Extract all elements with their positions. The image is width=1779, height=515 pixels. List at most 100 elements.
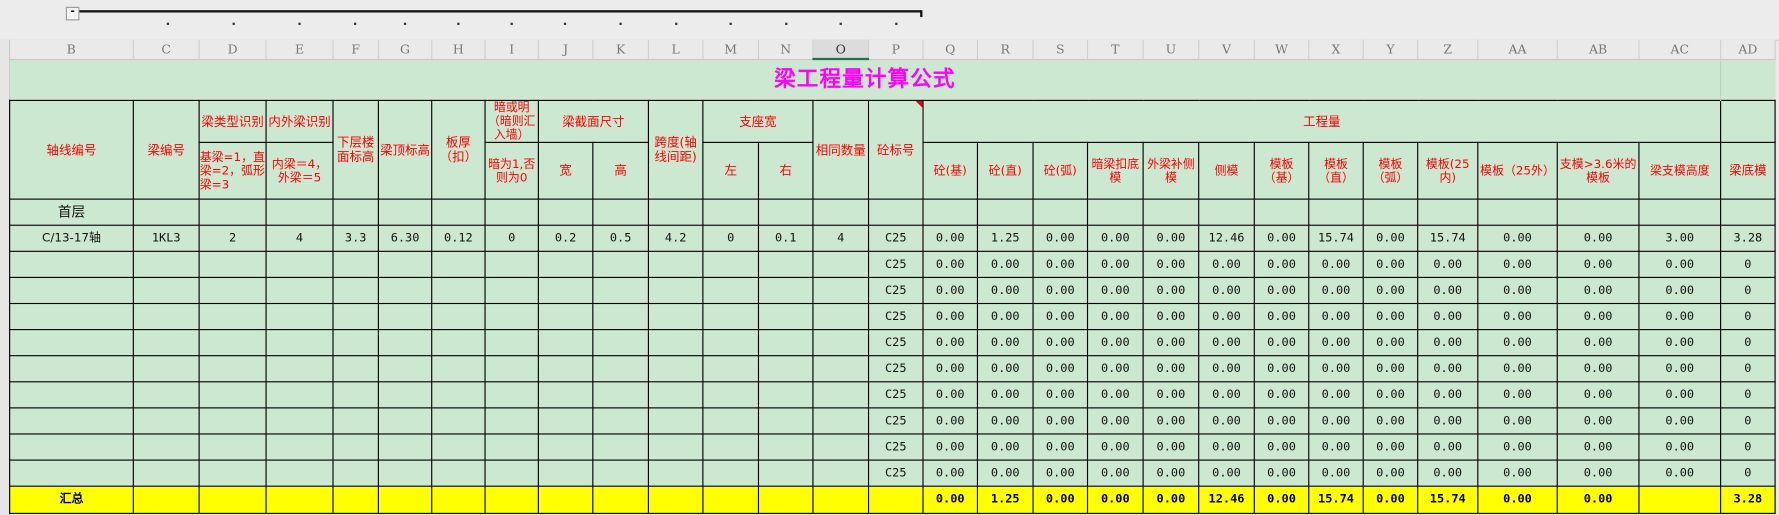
outline-dot[interactable] bbox=[403, 22, 407, 25]
column-header-X[interactable]: X bbox=[1308, 39, 1364, 60]
cell-D[interactable] bbox=[198, 276, 267, 305]
cell-H[interactable] bbox=[431, 459, 486, 487]
header-grade[interactable]: 砼标号 bbox=[867, 99, 924, 200]
column-header-AC[interactable]: AC bbox=[1638, 39, 1722, 60]
cell-E[interactable] bbox=[265, 433, 334, 461]
cell[interactable] bbox=[1086, 198, 1144, 226]
cell-B[interactable] bbox=[9, 276, 134, 305]
cell-V[interactable]: 12.46 bbox=[1198, 224, 1255, 252]
cell-I[interactable] bbox=[484, 250, 539, 278]
cell-V[interactable]: 0.00 bbox=[1198, 329, 1255, 357]
cell-S[interactable]: 0.00 bbox=[1032, 250, 1089, 278]
cell-F[interactable] bbox=[332, 250, 379, 278]
cell[interactable] bbox=[431, 198, 486, 226]
column-header-S[interactable]: S bbox=[1033, 39, 1089, 60]
cell[interactable] bbox=[377, 198, 433, 226]
header-same-qty[interactable]: 相同数量 bbox=[812, 99, 870, 200]
cell-J[interactable] bbox=[537, 329, 594, 357]
cell-AD[interactable]: 0 bbox=[1720, 433, 1776, 461]
header-hidden-note[interactable]: 暗为1,否则为0 bbox=[484, 141, 539, 200]
outline-dot[interactable] bbox=[729, 22, 732, 25]
summary-V[interactable]: 12.46 bbox=[1198, 485, 1255, 514]
cell[interactable] bbox=[332, 198, 379, 226]
cell-D[interactable] bbox=[198, 250, 267, 278]
column-header-Q[interactable]: Q bbox=[922, 39, 979, 60]
cell-F[interactable] bbox=[332, 381, 379, 409]
cell-W[interactable]: 0.00 bbox=[1253, 355, 1310, 383]
cell-D[interactable] bbox=[198, 355, 267, 383]
header-q-5[interactable]: 侧模 bbox=[1198, 141, 1255, 200]
cell-J[interactable] bbox=[537, 302, 594, 331]
cell-G[interactable] bbox=[377, 433, 433, 461]
cell-F[interactable]: 3.3 bbox=[332, 224, 379, 252]
summary-P[interactable] bbox=[867, 485, 924, 514]
header-beam-no[interactable]: 梁编号 bbox=[132, 99, 200, 200]
cell-AB[interactable]: 0.00 bbox=[1556, 224, 1640, 252]
cell-K[interactable] bbox=[592, 381, 649, 409]
header-q-10[interactable]: 模板（25外） bbox=[1477, 141, 1558, 200]
cell-I[interactable] bbox=[484, 459, 539, 487]
cell-Q[interactable]: 0.00 bbox=[922, 276, 979, 305]
cell-F[interactable] bbox=[332, 459, 379, 487]
cell-P[interactable]: C25 bbox=[867, 355, 924, 383]
cell-O[interactable] bbox=[812, 381, 870, 409]
cell-T[interactable]: 0.00 bbox=[1086, 276, 1144, 305]
header-q-4[interactable]: 外梁补侧模 bbox=[1142, 141, 1200, 200]
summary-L[interactable] bbox=[647, 485, 704, 514]
column-header-D[interactable]: D bbox=[199, 39, 267, 60]
header-beam-type[interactable]: 梁类型识别 bbox=[198, 99, 267, 143]
cell-Z[interactable]: 0.00 bbox=[1417, 250, 1479, 278]
cell-Y[interactable]: 0.00 bbox=[1362, 355, 1419, 383]
cell-R[interactable]: 1.25 bbox=[976, 224, 1034, 252]
header-right[interactable]: 右 bbox=[757, 141, 814, 200]
summary-AC[interactable] bbox=[1638, 485, 1722, 514]
cell-L[interactable]: 4.2 bbox=[647, 224, 704, 252]
cell-AD[interactable]: 0 bbox=[1720, 329, 1776, 357]
cell-AD[interactable]: 0 bbox=[1720, 276, 1776, 305]
cell-X[interactable]: 0.00 bbox=[1308, 250, 1364, 278]
summary-K[interactable] bbox=[592, 485, 649, 514]
cell-AD[interactable]: 0 bbox=[1720, 302, 1776, 331]
cell-U[interactable]: 0.00 bbox=[1142, 433, 1200, 461]
cell-C[interactable] bbox=[132, 459, 200, 487]
cell-AA[interactable]: 0.00 bbox=[1477, 302, 1558, 331]
cell-L[interactable] bbox=[647, 381, 704, 409]
cell-W[interactable]: 0.00 bbox=[1253, 276, 1310, 305]
cell-S[interactable]: 0.00 bbox=[1032, 433, 1089, 461]
cell-Z[interactable]: 0.00 bbox=[1417, 302, 1479, 331]
header-beam-type-note[interactable]: 基梁=1，直梁=2，弧形梁=3 bbox=[198, 141, 267, 200]
cell-E[interactable] bbox=[265, 381, 334, 409]
cell-U[interactable]: 0.00 bbox=[1142, 224, 1200, 252]
cell-C[interactable] bbox=[132, 433, 200, 461]
cell-AD[interactable]: 0 bbox=[1720, 381, 1776, 409]
cell-AA[interactable]: 0.00 bbox=[1477, 407, 1558, 435]
outline-dot[interactable] bbox=[510, 22, 513, 25]
cell-E[interactable]: 4 bbox=[265, 224, 334, 252]
cell-H[interactable] bbox=[431, 329, 486, 357]
cell-O[interactable]: 4 bbox=[812, 224, 870, 252]
cell-AA[interactable]: 0.00 bbox=[1477, 276, 1558, 305]
cell-J[interactable] bbox=[537, 433, 594, 461]
cell-G[interactable] bbox=[377, 276, 433, 305]
cell-AB[interactable]: 0.00 bbox=[1556, 407, 1640, 435]
cell-W[interactable]: 0.00 bbox=[1253, 250, 1310, 278]
cell-S[interactable]: 0.00 bbox=[1032, 224, 1089, 252]
cell-E[interactable] bbox=[265, 407, 334, 435]
cell-Z[interactable]: 0.00 bbox=[1417, 355, 1479, 383]
cell-Y[interactable]: 0.00 bbox=[1362, 433, 1419, 461]
cell-C[interactable] bbox=[132, 276, 200, 305]
cell-U[interactable]: 0.00 bbox=[1142, 329, 1200, 357]
cell[interactable] bbox=[1032, 198, 1089, 226]
header-q-7[interactable]: 模板（直） bbox=[1308, 141, 1364, 200]
summary-G[interactable] bbox=[377, 485, 433, 514]
cell-C[interactable] bbox=[132, 302, 200, 331]
cell-H[interactable] bbox=[431, 355, 486, 383]
summary-M[interactable] bbox=[702, 485, 760, 514]
cell-O[interactable] bbox=[812, 433, 870, 461]
cell-B[interactable] bbox=[9, 407, 134, 435]
cell-S[interactable]: 0.00 bbox=[1032, 329, 1089, 357]
cell-S[interactable]: 0.00 bbox=[1032, 381, 1089, 409]
summary-S[interactable]: 0.00 bbox=[1032, 485, 1089, 514]
cell-G[interactable] bbox=[377, 329, 433, 357]
cell[interactable] bbox=[647, 198, 704, 226]
